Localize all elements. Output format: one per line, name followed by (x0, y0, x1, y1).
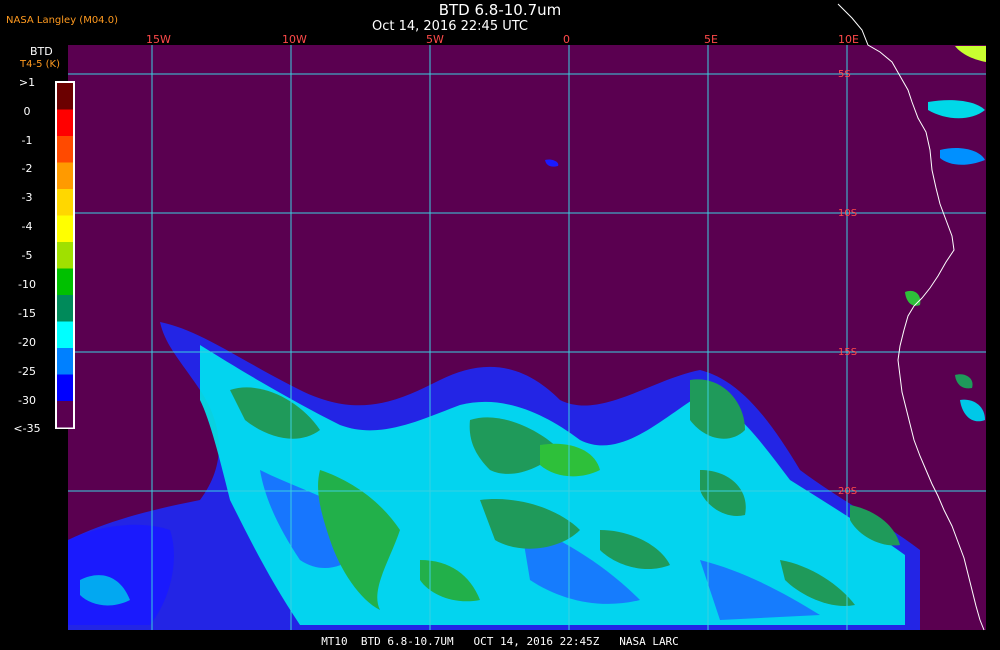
agency-label: NASA Langley (M04.0) (6, 15, 118, 26)
map-title: BTD 6.8-10.7um (438, 1, 562, 19)
lat-label-15s: 15S (838, 347, 857, 358)
colorbar-label: -2 (21, 162, 33, 175)
colorbar-swatch (57, 189, 73, 216)
lon-label-0: 0 (563, 33, 570, 46)
colorbar-swatch (57, 321, 73, 348)
colorbar-swatch (57, 215, 73, 242)
colorbar-label: -20 (18, 336, 36, 349)
colorbar-label: -1 (21, 134, 33, 147)
lon-label-15w: 15W (146, 33, 171, 46)
colorbar-label: -4 (21, 220, 33, 233)
colorbar-label: -5 (21, 249, 33, 262)
colorbar-swatch (57, 401, 73, 428)
colorbar-swatch (57, 268, 73, 295)
colorbar-label: -10 (18, 278, 36, 291)
lon-label-5w: 5W (426, 33, 444, 46)
lat-label-5s: 5S (838, 69, 851, 80)
satellite-map: 15W 10W 5W 0 5E 10E 5S 10S 15S 20S (55, 3, 986, 631)
map-root: 15W 10W 5W 0 5E 10E 5S 10S 15S 20S BTD 6… (0, 0, 1000, 650)
colorbar (55, 81, 75, 429)
colorbar-units: T4-5 (K) (20, 59, 60, 70)
colorbar-label: -15 (18, 307, 36, 320)
map-subtitle: Oct 14, 2016 22:45 UTC (372, 19, 528, 34)
colorbar-label: 0 (23, 105, 31, 118)
colorbar-swatch (57, 374, 73, 401)
colorbar-label: -3 (21, 191, 33, 204)
colorbar-swatch (57, 348, 73, 375)
footer-caption: MT10 BTD 6.8-10.7UM OCT 14, 2016 22:45Z … (321, 635, 679, 648)
colorbar-swatch (57, 136, 73, 163)
colorbar-label: -30 (18, 394, 36, 407)
colorbar-swatch (57, 242, 73, 269)
colorbar-label: >1 (18, 76, 36, 89)
lon-label-10e: 10E (838, 33, 859, 46)
colorbar-swatch (57, 162, 73, 189)
colorbar-title: BTD (30, 45, 53, 58)
colorbar-label: <-35 (13, 422, 41, 435)
lon-label-5e: 5E (704, 33, 718, 46)
colorbar-swatch (57, 109, 73, 136)
colorbar-swatch (57, 83, 73, 110)
lon-label-10w: 10W (282, 33, 307, 46)
longitude-labels: 15W 10W 5W 0 5E 10E (146, 33, 859, 46)
colorbar-swatch (57, 295, 73, 322)
colorbar-label: -25 (18, 365, 36, 378)
lat-label-10s: 10S (838, 208, 857, 219)
colorbar-swatches (57, 83, 73, 428)
lat-label-20s: 20S (838, 486, 857, 497)
